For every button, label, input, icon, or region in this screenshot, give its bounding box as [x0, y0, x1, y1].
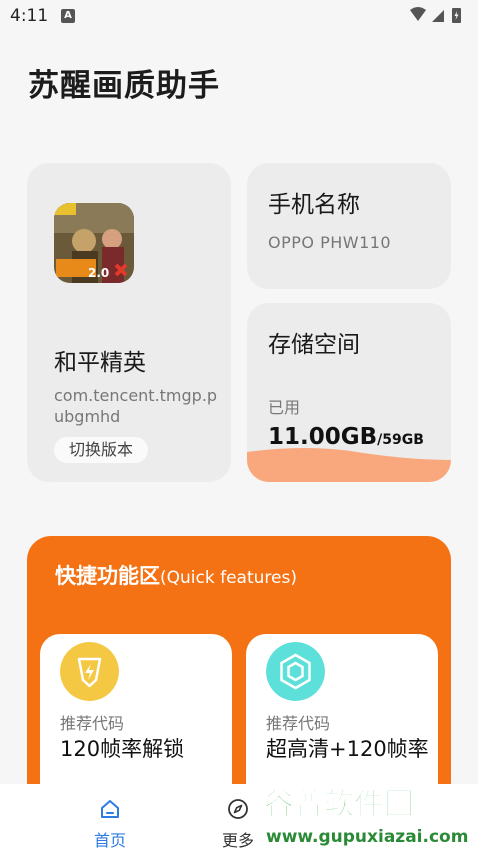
feature-card-fps-unlock[interactable]: 推荐代码 120帧率解锁: [40, 634, 232, 806]
status-icons: [410, 7, 461, 23]
game-name: 和平精英: [54, 350, 146, 376]
feature-subtitle: 推荐代码: [60, 714, 125, 733]
switch-version-button[interactable]: 切换版本: [54, 437, 149, 463]
game-icon-badge: 2.0: [88, 266, 109, 280]
phone-label: 手机名称: [268, 192, 360, 218]
feature-title: 超高清+120帧率: [266, 737, 429, 761]
storage-total-value: /59GB: [377, 432, 424, 448]
watermark-url: www.gupuxiazai.com: [266, 827, 468, 847]
feature-title: 120帧率解锁: [60, 737, 185, 761]
nav-label-home: 首页: [93, 831, 126, 850]
signal-icon: [432, 10, 444, 22]
nav-item-home[interactable]: 首页: [70, 784, 150, 851]
lightning-icon: [60, 642, 119, 701]
quick-features-title: 快捷功能区(Quick features): [55, 560, 297, 590]
phone-model: OPPO PHW110: [268, 233, 392, 252]
game-icon: 2.0: [54, 203, 134, 283]
game-package: com.tencent.tmgp.pubgmhd: [54, 386, 218, 426]
status-bar: 4:11 A: [0, 0, 478, 32]
storage-used-value: 11.00GB: [268, 424, 378, 450]
feature-card-hd-fps[interactable]: 推荐代码 超高清+120帧率: [246, 634, 438, 806]
phone-card: 手机名称 OPPO PHW110: [247, 163, 451, 289]
game-card[interactable]: 2.0 和平精英 com.tencent.tmgp.pubgmhd 切换版本: [27, 163, 231, 482]
hexagon-icon: [266, 642, 325, 701]
status-time: 4:11: [10, 6, 49, 26]
quick-title-en: (Quick features): [160, 568, 297, 588]
feature-subtitle: 推荐代码: [266, 714, 331, 733]
storage-card: 存储空间 已用 11.00GB/59GB: [247, 303, 451, 482]
wifi-icon: [410, 7, 426, 21]
notification-a-icon: A: [61, 9, 75, 23]
storage-used-label: 已用: [268, 398, 301, 417]
watermark-brand: 谷普软件园: [264, 787, 414, 822]
storage-values: 11.00GB/59GB: [268, 424, 424, 450]
storage-label: 存储空间: [268, 332, 360, 358]
app-title: 苏醒画质助手: [28, 68, 220, 104]
watermark-logo: 谷普软件园 www.gupuxiazai.com: [264, 787, 469, 848]
quick-title-main: 快捷功能区: [55, 564, 160, 588]
compass-icon: [228, 799, 248, 819]
home-icon: [101, 800, 119, 818]
quick-features-panel: 快捷功能区(Quick features) 推荐代码 120帧率解锁 推荐代码 …: [27, 536, 451, 806]
